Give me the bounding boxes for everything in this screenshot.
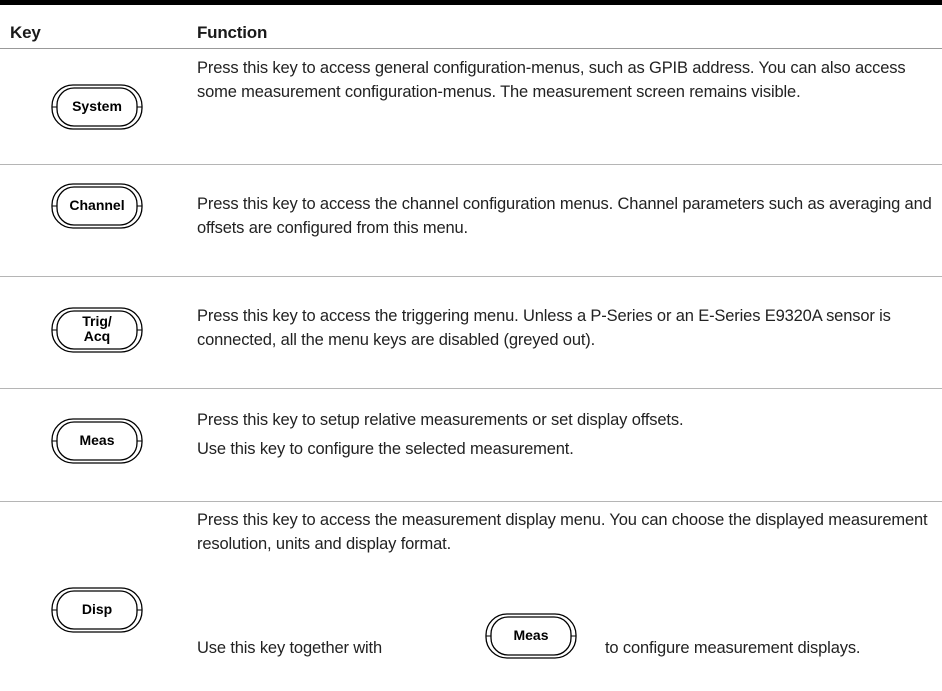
acq-key-label: Acq [83,328,111,344]
inline-meas-key-label: Meas [513,627,549,643]
description-text: Press this key to access the triggering … [197,307,891,349]
table-row: Trig/ Acq Press this key to access the t… [0,277,942,388]
row-description: Press this key to access the channel con… [197,192,937,240]
trig-key-label: Trig/ [82,313,112,329]
channel-key-icon: Channel [50,182,144,230]
system-key-icon: System [50,83,144,131]
disp-key-icon: Disp [50,586,144,634]
row-description: Press this key to access general configu… [197,56,937,104]
table-row: System Press this key to access general … [0,49,942,164]
channel-key-label: Channel [69,197,125,213]
table-row: Disp Press this key to access the measur… [0,502,942,691]
description-text: Press this key to access the channel con… [197,195,932,237]
table-row: Meas Press this key to setup relative me… [0,389,942,501]
meas-key-inline-icon: Meas [484,612,578,660]
table-header: Key Function [0,5,942,49]
disp-key-label: Disp [81,601,113,617]
row-description: Press this key to access the triggering … [197,304,937,352]
meas-key-label: Meas [79,432,115,448]
trig-acq-key-icon: Trig/ Acq [50,306,144,354]
description-text: Press this key to access the measurement… [197,511,928,553]
row-description: Press this key to access the measurement… [197,508,937,556]
table-row: Channel Press this key to access the cha… [0,165,942,276]
description-text: Use this key to configure the selected m… [197,440,574,458]
row-description: Press this key to setup relative measure… [197,406,937,464]
description-text: Press this key to access general configu… [197,59,906,101]
inline-text-before: Use this key together with [197,639,383,657]
inline-text-after: to configure measurement displays. [605,639,861,657]
system-key-label: System [72,98,122,114]
header-key: Key [10,23,41,42]
description-text: Press this key to setup relative measure… [197,411,684,429]
meas-key-icon: Meas [50,417,144,465]
header-function: Function [197,23,268,42]
